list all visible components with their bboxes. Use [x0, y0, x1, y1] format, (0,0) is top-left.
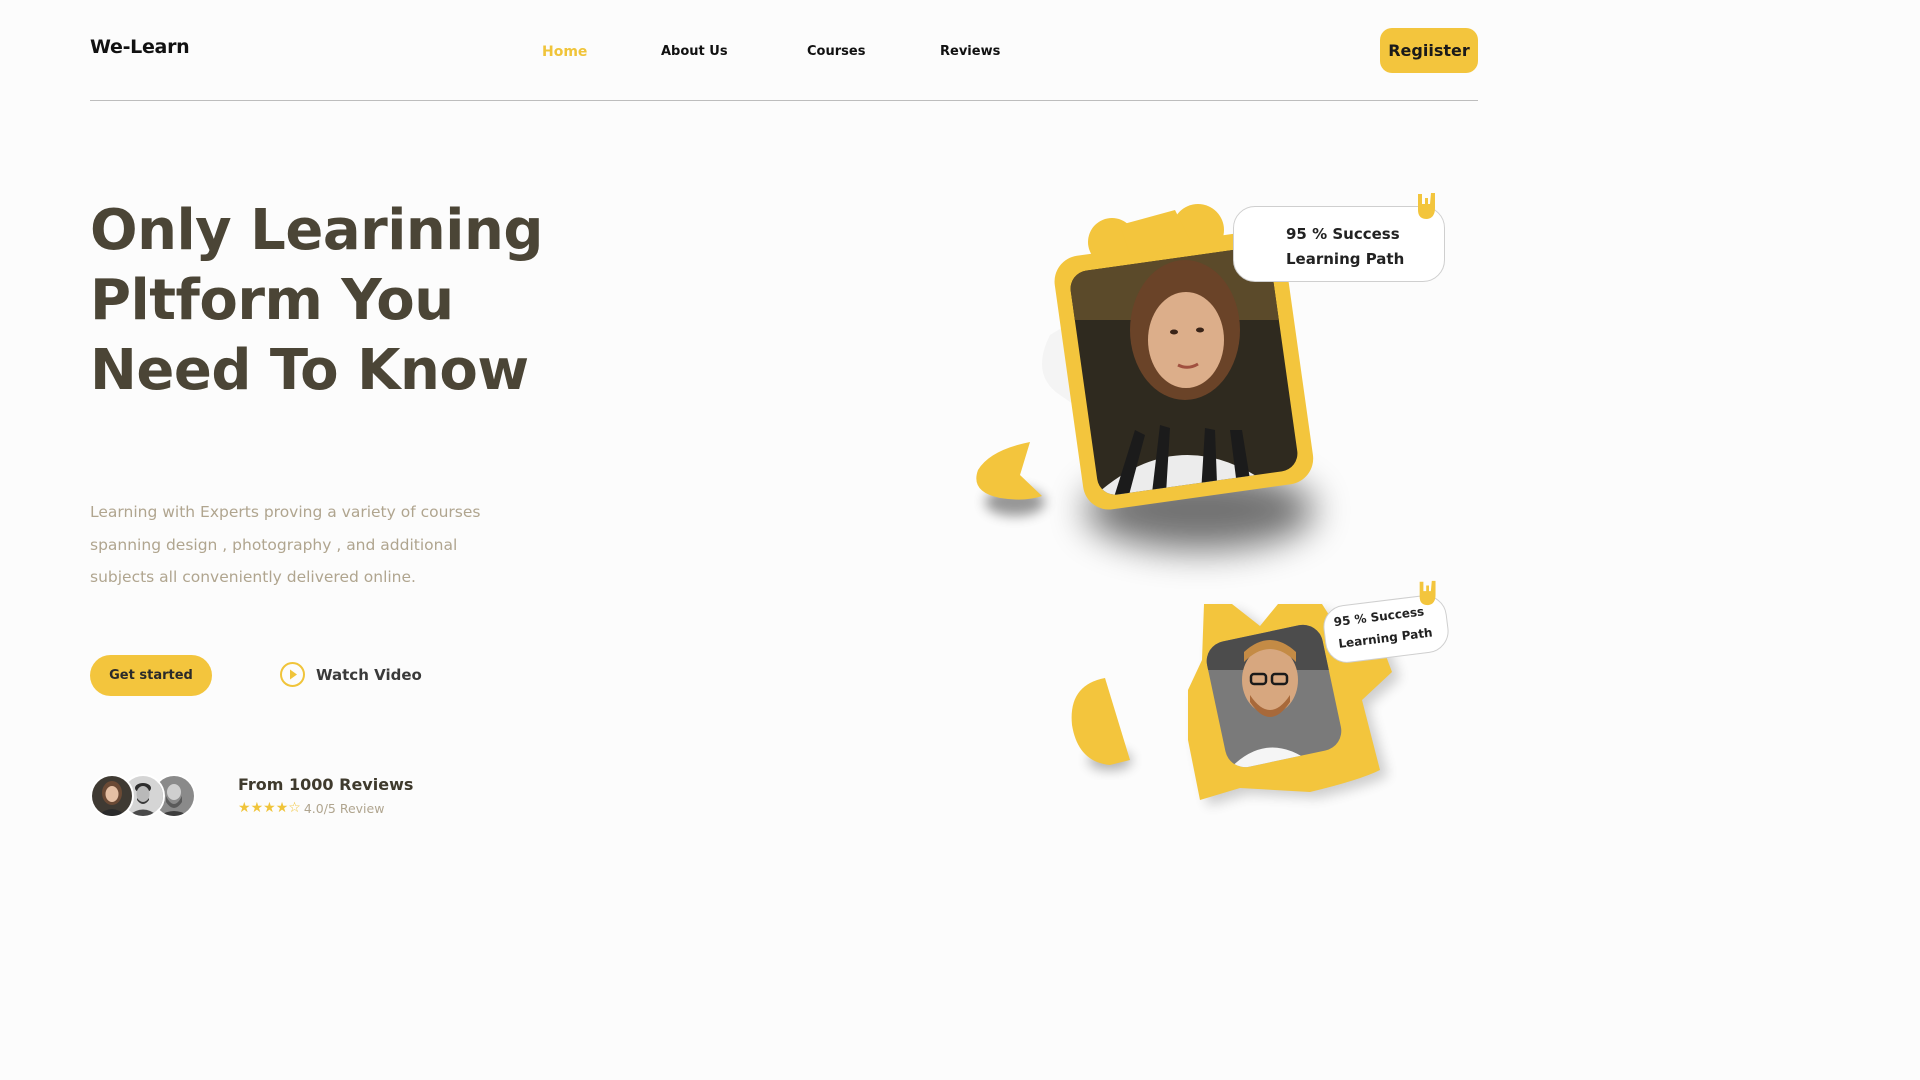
nav-reviews[interactable]: Reviews [940, 44, 1000, 59]
star-empty-icon: ☆ [288, 800, 301, 816]
star-icon: ★ [238, 800, 251, 816]
hero-title-line: Only Learining [90, 198, 543, 263]
hero-description-line: spanning design , photography , and addi… [90, 535, 458, 554]
nav-about-us[interactable]: About Us [661, 44, 728, 59]
nav-home[interactable]: Home [542, 44, 587, 60]
hero-description: Learning with Experts proving a variety … [90, 496, 481, 594]
avatar [90, 774, 134, 818]
brand-logo[interactable]: We-Learn [90, 36, 190, 58]
rock-hand-icon [1415, 578, 1443, 608]
hero-title-line: Pltform You [90, 268, 454, 333]
star-icon: ★ [263, 800, 276, 816]
rating: ★ ★ ★ ★ ☆ 4.0/5 Review [238, 800, 384, 816]
hero-title-line: Need To Know [90, 338, 529, 403]
hero-description-line: subjects all conveniently delivered onli… [90, 568, 416, 586]
hero-title: Only Learining Pltform You Need To Know [90, 196, 610, 406]
success-card-line2: Learning Path [1337, 625, 1434, 651]
hero-illustration: 95 % Success Learning Path 95 % Success … [960, 180, 1480, 820]
rating-text: 4.0/5 Review [303, 800, 385, 816]
reviewer-avatars [90, 774, 200, 818]
rock-hand-icon [1413, 190, 1443, 222]
get-started-button[interactable]: Get started [90, 655, 212, 696]
star-icon: ★ [250, 800, 264, 816]
success-card-line1: 95 % Success [1286, 225, 1400, 243]
success-card-line1: 95 % Success [1332, 604, 1425, 630]
play-icon [280, 662, 305, 687]
register-button[interactable]: Regiister [1380, 28, 1478, 73]
landing-page: We-Learn Home About Us Courses Reviews R… [0, 0, 1568, 882]
watch-video-label: Watch Video [316, 665, 422, 684]
watch-video-button[interactable]: Watch Video [279, 661, 422, 688]
header-divider [90, 100, 1478, 101]
reviews-heading: From 1000 Reviews [238, 775, 414, 794]
star-icon: ★ [275, 800, 289, 816]
nav-courses[interactable]: Courses [807, 44, 865, 59]
hero-description-line: Learning with Experts proving a variety … [90, 503, 481, 521]
success-card-line2: Learning Path [1286, 250, 1405, 268]
